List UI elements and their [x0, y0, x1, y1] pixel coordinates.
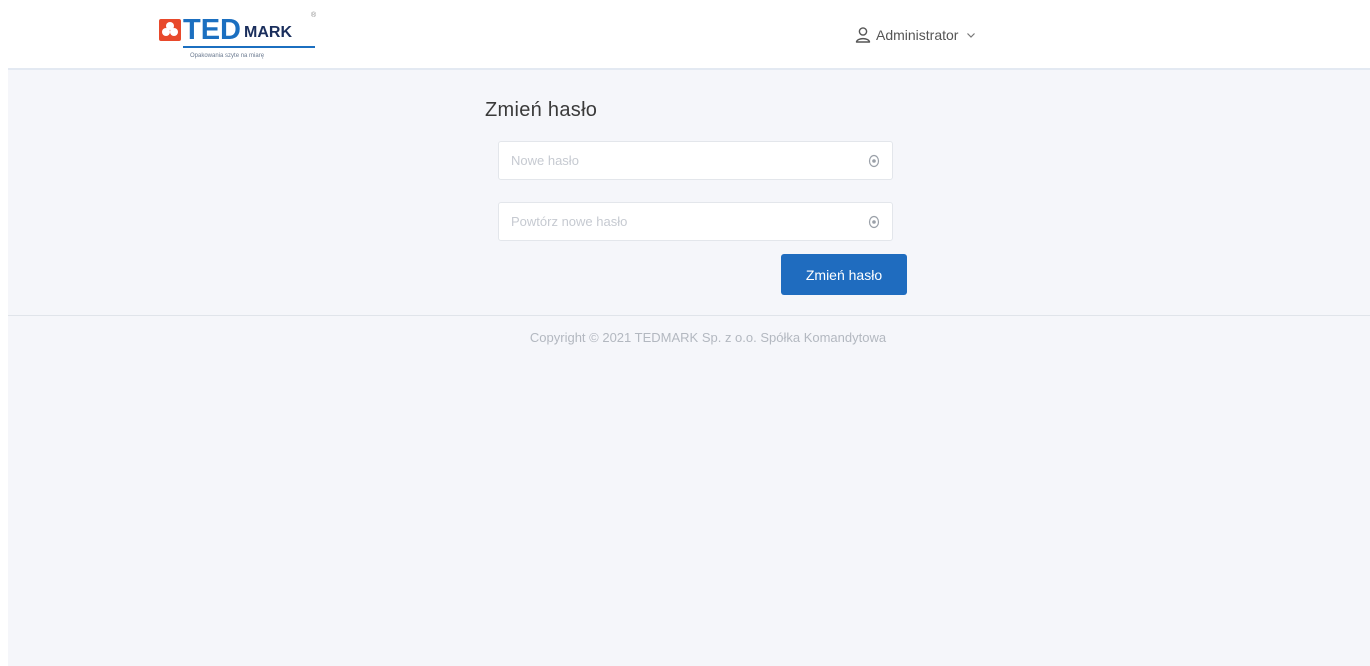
- tedmark-logo[interactable]: TED MARK ® Opakowania szyte na miarę: [159, 12, 319, 63]
- repeat-password-input[interactable]: [499, 203, 892, 240]
- new-password-field: [498, 141, 893, 180]
- new-password-input[interactable]: [499, 142, 892, 179]
- top-header: TED MARK ® Opakowania szyte na miarę Adm…: [8, 8, 1370, 70]
- logo-brand-primary: TED: [183, 14, 241, 46]
- eye-icon[interactable]: [867, 215, 881, 229]
- change-password-section: Zmień hasło Zmień hasło: [8, 72, 1370, 316]
- page-title: Zmień hasło: [485, 99, 598, 121]
- user-name: Administrator: [876, 27, 959, 43]
- app-frame: TED MARK ® Opakowania szyte na miarę Adm…: [8, 8, 1370, 666]
- logo-registered-mark: ®: [311, 12, 317, 19]
- logo-mark-icon: [159, 19, 181, 41]
- user-icon: [854, 26, 872, 44]
- logo-tagline: Opakowania szyte na miarę: [190, 53, 265, 59]
- copyright-text: Copyright © 2021 TEDMARK Sp. z o.o. Spół…: [529, 330, 887, 345]
- logo-brand-secondary: MARK: [244, 24, 292, 41]
- chevron-down-icon: [966, 30, 976, 40]
- eye-icon[interactable]: [867, 154, 881, 168]
- change-password-button[interactable]: Zmień hasło: [781, 254, 907, 295]
- user-menu[interactable]: Administrator: [854, 24, 976, 46]
- repeat-password-field: [498, 202, 893, 241]
- logo-underline: [183, 46, 315, 48]
